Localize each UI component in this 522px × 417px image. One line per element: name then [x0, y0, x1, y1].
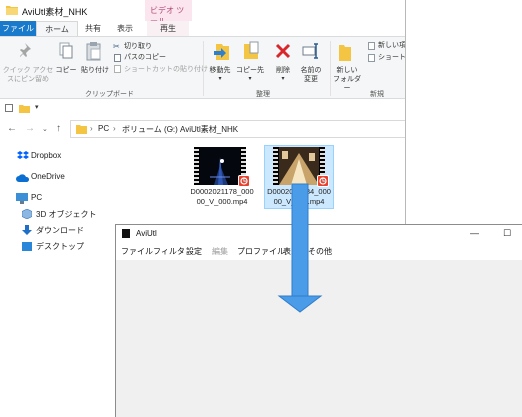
file-item[interactable]: D0002021178_000 00_V_000.mp4 — [186, 147, 262, 211]
shortcut-icon — [368, 54, 375, 62]
dropbox-icon — [17, 151, 29, 159]
minimize-button[interactable]: — — [470, 228, 479, 238]
address-bar[interactable]: › PC › ボリューム (G:) › AviUtl素材_NHK — [70, 120, 405, 138]
tab-play[interactable]: 再生 — [147, 21, 189, 36]
forward-arrow-icon[interactable]: → — [25, 123, 35, 134]
folder-icon — [76, 125, 87, 134]
aviutl-canvas[interactable] — [116, 260, 522, 417]
aviutl-badge-icon — [317, 175, 329, 187]
copy-path-icon — [114, 54, 121, 62]
cut-button[interactable]: 切り取り — [124, 42, 152, 52]
new-folder-icon — [339, 45, 351, 61]
aviutl-window-title: AviUtl — [136, 229, 157, 238]
aviutl-window: AviUtl — ☐ ファイル フィルタ 設定 編集 プロファイル 表示 その他 — [115, 224, 522, 417]
sidebar-item-dropbox[interactable]: Dropbox — [31, 151, 61, 160]
chevron-down-icon: ▾ — [218, 76, 222, 82]
paste-button[interactable]: 貼り付け — [80, 66, 110, 75]
ribbon: クイック アクセ スにピン留め コピー 貼り付け ✂ 切り取り パスのコピー ショ… — [0, 36, 405, 99]
customize-dropdown-icon[interactable]: ▾ — [35, 103, 39, 111]
ribbon-tabs: ファイル ホーム 共有 表示 再生 — [0, 21, 405, 36]
maximize-button[interactable]: ☐ — [503, 228, 511, 239]
copy-icon — [59, 42, 73, 59]
sidebar-item-desktop[interactable]: デスクトップ — [36, 241, 84, 252]
onedrive-icon — [16, 174, 30, 182]
video-tools-context-tab: ビデオ ツール — [145, 0, 192, 26]
copy-to-button[interactable]: コピー先 — [235, 66, 265, 75]
folder-icon[interactable] — [19, 104, 30, 113]
aviutl-app-icon — [122, 229, 130, 238]
copy-to-icon — [244, 41, 259, 59]
sidebar-item-3d-objects[interactable]: 3D オブジェクト — [36, 209, 96, 220]
window-title: AviUtl素材_NHK — [22, 7, 88, 17]
desktop-icon — [22, 242, 32, 251]
menu-filter[interactable]: フィルタ — [153, 246, 185, 257]
new-item-icon — [368, 42, 375, 50]
back-arrow-icon[interactable]: ← — [7, 123, 17, 134]
menu-edit[interactable]: 編集 — [212, 246, 228, 257]
recent-chevron-icon[interactable]: ⌄ — [42, 125, 48, 133]
paste-shortcut-button[interactable]: ショートカットの貼り付け — [124, 65, 208, 75]
move-to-icon — [214, 44, 229, 60]
menu-profile[interactable]: プロファイル — [237, 246, 285, 257]
sidebar-item-pc[interactable]: PC — [31, 193, 42, 202]
easy-access-button[interactable]: ショートカ — [378, 53, 405, 63]
delete-button[interactable]: 削除 — [268, 66, 298, 75]
quick-access-toolbar: ▾ — [0, 100, 405, 117]
navigation-pane: Dropbox OneDrive PC 3D オブジェクト ダウンロード デスク… — [0, 141, 116, 417]
sidebar-item-downloads[interactable]: ダウンロード — [36, 225, 84, 236]
pin-quick-access-button[interactable]: クイック アクセ スにピン留め — [2, 66, 54, 84]
explorer-titlebar: AviUtl素材_NHK ビデオ ツール — [0, 0, 405, 26]
up-arrow-icon[interactable]: ↑ — [56, 123, 61, 134]
delete-icon — [275, 43, 291, 59]
3d-objects-icon — [22, 209, 32, 219]
move-to-button[interactable]: 移動先 — [205, 66, 235, 75]
menu-view[interactable]: 表示 — [283, 246, 299, 257]
copy-button[interactable]: コピー — [54, 66, 78, 75]
tab-file[interactable]: ファイル — [0, 21, 36, 36]
scissors-icon: ✂ — [113, 42, 120, 51]
breadcrumb-pc[interactable]: PC — [98, 124, 109, 133]
copy-path-button[interactable]: パスのコピー — [124, 53, 166, 63]
aviutl-menubar: ファイル フィルタ 設定 編集 プロファイル 表示 その他 — [116, 243, 522, 260]
aviutl-badge-icon — [238, 175, 250, 187]
tab-home[interactable]: ホーム — [36, 21, 78, 36]
chevron-down-icon: ▾ — [248, 76, 252, 82]
menu-file[interactable]: ファイル — [121, 246, 153, 257]
paste-icon — [86, 42, 101, 61]
file-name: D0002050384_000 00_V_000.mp4 — [267, 187, 331, 206]
ribbon-divider — [203, 41, 204, 96]
tab-share[interactable]: 共有 — [80, 21, 106, 36]
sidebar-item-onedrive[interactable]: OneDrive — [31, 172, 65, 181]
breadcrumb-separator: › — [90, 124, 93, 133]
file-item-selected[interactable]: D0002050384_000 00_V_000.mp4 — [264, 145, 334, 209]
breadcrumb-separator: › — [171, 124, 174, 133]
properties-checkbox[interactable] — [5, 104, 13, 112]
menu-settings[interactable]: 設定 — [186, 246, 202, 257]
new-item-button[interactable]: 新しい項 — [378, 41, 405, 51]
thumbnail-image — [200, 147, 240, 185]
folder-icon — [6, 6, 18, 15]
breadcrumb-separator: › — [113, 124, 116, 133]
download-icon — [22, 225, 32, 235]
computer-icon — [16, 193, 28, 204]
new-group-label: 新規 — [370, 91, 384, 98]
new-folder-button[interactable]: 新しい フォルダー — [330, 66, 364, 93]
pin-icon — [20, 43, 31, 57]
thumbnail-image — [279, 147, 319, 185]
menu-other[interactable]: その他 — [308, 246, 332, 257]
organize-group-label: 整理 — [256, 91, 270, 98]
clipboard-group-label: クリップボード — [85, 91, 134, 98]
chevron-down-icon: ▾ — [281, 76, 285, 82]
tab-view[interactable]: 表示 — [110, 21, 140, 36]
address-bar-row: ← → ⌄ ↑ › PC › ボリューム (G:) › AviUtl素材_NHK — [0, 117, 405, 141]
breadcrumb-volume[interactable]: ボリューム (G:) — [122, 124, 178, 135]
file-name: D0002021178_000 00_V_000.mp4 — [190, 187, 254, 206]
paste-shortcut-icon — [114, 65, 121, 73]
breadcrumb-current-folder[interactable]: AviUtl素材_NHK — [180, 124, 238, 135]
rename-button[interactable]: 名前の 変更 — [297, 66, 325, 84]
aviutl-titlebar: AviUtl — ☐ — [116, 225, 522, 243]
rename-icon — [302, 43, 318, 59]
